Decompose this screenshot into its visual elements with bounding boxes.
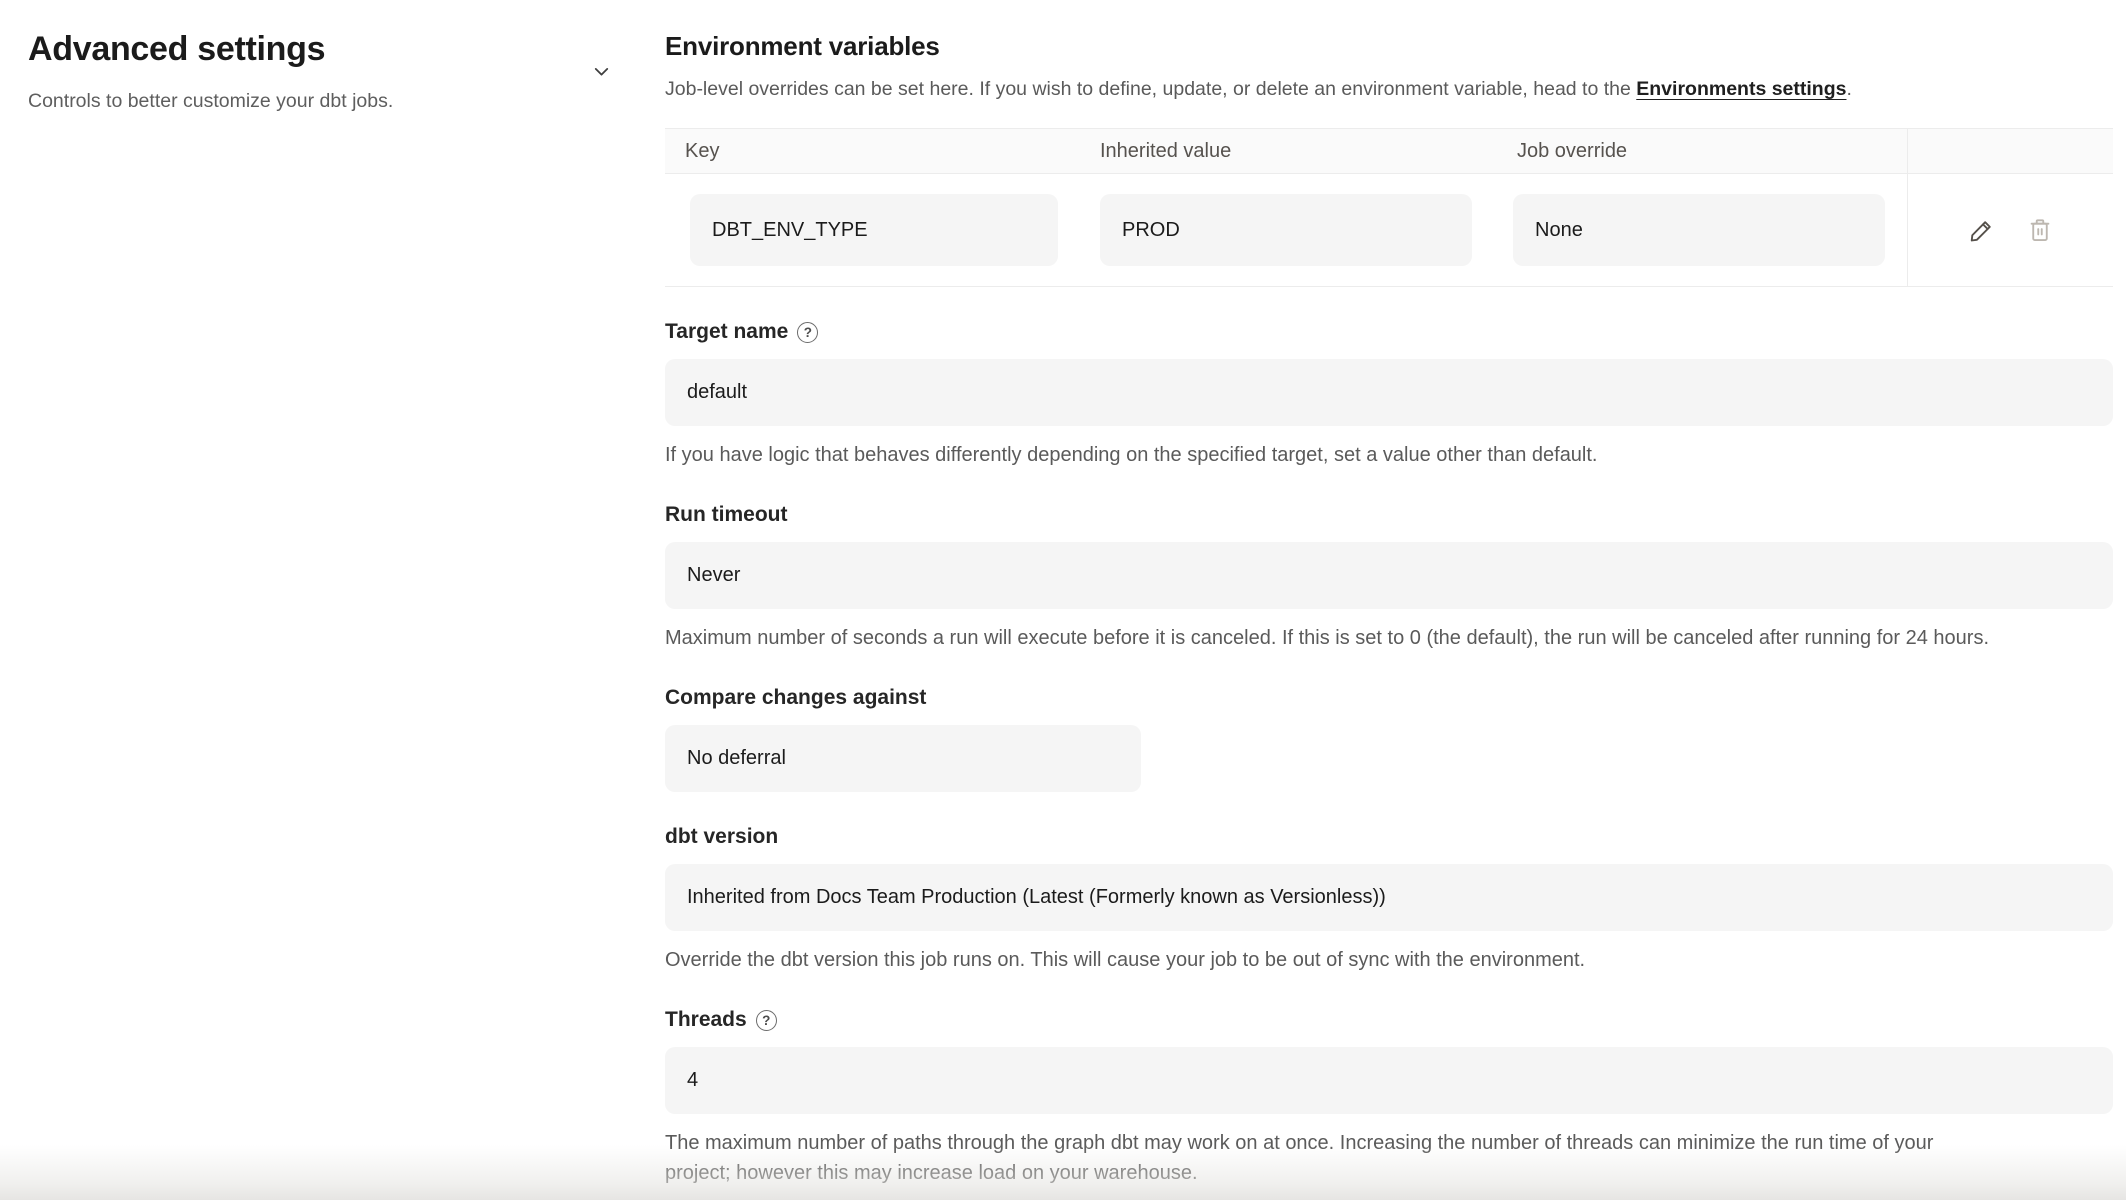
target-name-label: Target name ?: [665, 320, 2113, 344]
field-dbt-version: dbt version Inherited from Docs Team Pro…: [665, 825, 2113, 975]
env-var-actions-cell: [1907, 174, 2113, 286]
field-run-timeout: Run timeout Never Maximum number of seco…: [665, 503, 2113, 653]
section-intro-text: Advanced settings Controls to better cus…: [28, 30, 393, 113]
env-var-key-cell: DBT_ENV_TYPE: [665, 174, 1100, 286]
target-name-label-text: Target name: [665, 320, 788, 344]
advanced-settings-form: Environment variables Job-level override…: [637, 0, 2126, 1188]
run-timeout-label-text: Run timeout: [665, 503, 787, 527]
env-var-override-cell: None: [1513, 174, 1907, 286]
trash-icon: [2026, 216, 2054, 244]
threads-help: The maximum number of paths through the …: [665, 1128, 1945, 1188]
help-circle-icon[interactable]: ?: [756, 1010, 777, 1031]
dbt-version-label-text: dbt version: [665, 825, 778, 849]
dbt-version-select[interactable]: Inherited from Docs Team Production (Lat…: [665, 864, 2113, 931]
page-title: Advanced settings: [28, 30, 393, 69]
collapse-section-button[interactable]: [586, 56, 617, 87]
dbt-version-help: Override the dbt version this job runs o…: [665, 945, 2113, 975]
env-vars-description: Job-level overrides can be set here. If …: [665, 78, 2113, 101]
run-timeout-help: Maximum number of seconds a run will exe…: [665, 623, 2113, 653]
section-intro: Advanced settings Controls to better cus…: [0, 0, 637, 1188]
compare-changes-select[interactable]: No deferral: [665, 725, 1141, 792]
run-timeout-input[interactable]: Never: [665, 542, 2113, 609]
chevron-down-icon: [590, 60, 613, 83]
pencil-icon: [1968, 216, 1996, 244]
env-var-inherited-cell: PROD: [1100, 174, 1513, 286]
env-var-inherited-value: PROD: [1100, 194, 1472, 266]
env-vars-description-text: Job-level overrides can be set here. If …: [665, 78, 1636, 100]
threads-label: Threads ?: [665, 1008, 2113, 1032]
help-circle-icon[interactable]: ?: [797, 322, 818, 343]
target-name-help: If you have logic that behaves different…: [665, 440, 2113, 470]
env-vars-table: Key Inherited value Job override DBT_ENV…: [665, 128, 2113, 287]
column-header-actions: [1907, 129, 2113, 173]
delete-env-var-button[interactable]: [2024, 214, 2056, 246]
compare-changes-label: Compare changes against: [665, 686, 2113, 710]
threads-input[interactable]: 4: [665, 1047, 2113, 1114]
column-header-inherited-value: Inherited value: [1100, 129, 1513, 173]
target-name-input[interactable]: default: [665, 359, 2113, 426]
field-target-name: Target name ? default If you have logic …: [665, 320, 2113, 470]
env-var-key-value: DBT_ENV_TYPE: [690, 194, 1058, 266]
env-vars-table-header: Key Inherited value Job override: [665, 129, 2113, 174]
env-var-job-override-value: None: [1513, 194, 1885, 266]
env-vars-heading: Environment variables: [665, 31, 2113, 62]
edit-env-var-button[interactable]: [1966, 214, 1998, 246]
column-header-job-override: Job override: [1513, 129, 1907, 173]
env-var-table-row: DBT_ENV_TYPE PROD None: [665, 174, 2113, 287]
field-threads: Threads ? 4 The maximum number of paths …: [665, 1008, 2113, 1188]
run-timeout-label: Run timeout: [665, 503, 2113, 527]
field-compare-changes: Compare changes against No deferral: [665, 686, 2113, 792]
page-subtitle: Controls to better customize your dbt jo…: [28, 90, 393, 113]
compare-changes-label-text: Compare changes against: [665, 686, 926, 710]
environments-settings-link[interactable]: Environments settings: [1636, 78, 1846, 100]
env-vars-description-period: .: [1846, 78, 1851, 100]
advanced-settings-page: Advanced settings Controls to better cus…: [0, 0, 2126, 1188]
column-header-key: Key: [665, 129, 1100, 173]
threads-label-text: Threads: [665, 1008, 747, 1032]
dbt-version-label: dbt version: [665, 825, 2113, 849]
